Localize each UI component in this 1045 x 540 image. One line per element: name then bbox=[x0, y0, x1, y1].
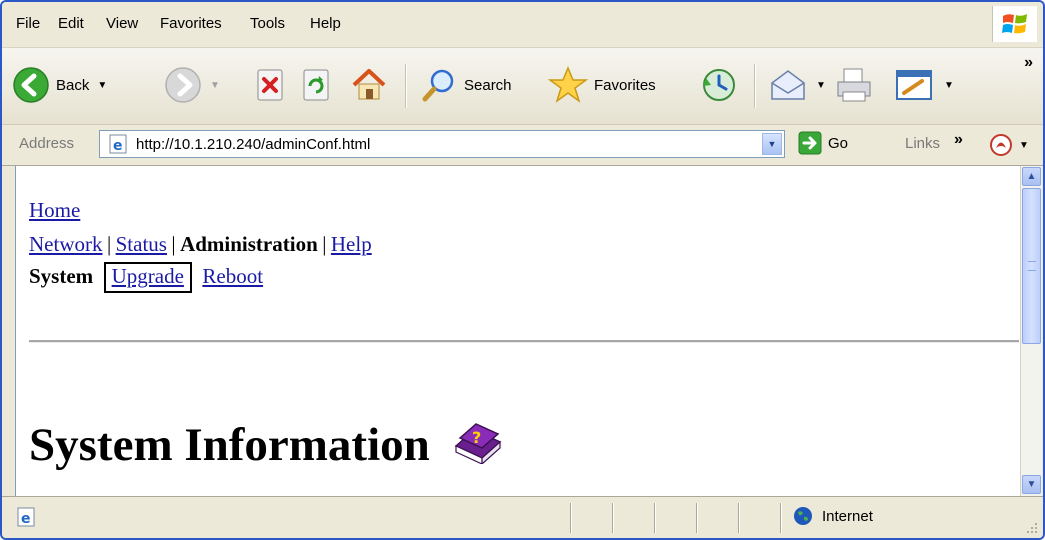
horizontal-rule bbox=[29, 340, 1019, 343]
toolbar-more-chevron[interactable]: » bbox=[1024, 54, 1033, 72]
acrobat-icon bbox=[990, 134, 1012, 156]
status-separator bbox=[654, 503, 656, 533]
history-button[interactable] bbox=[700, 62, 738, 108]
sub-nav: System Upgrade Reboot bbox=[29, 262, 263, 293]
history-icon bbox=[703, 69, 735, 101]
print-button[interactable] bbox=[834, 62, 874, 108]
search-label: Search bbox=[464, 76, 512, 94]
address-bar: Address e http://10.1.210.240/adminConf.… bbox=[2, 125, 1043, 166]
system-current: System bbox=[29, 264, 94, 288]
stop-icon bbox=[257, 69, 283, 101]
back-button[interactable]: Back ▼ bbox=[12, 62, 107, 108]
refresh-button[interactable] bbox=[302, 62, 332, 108]
ie-page-icon: e bbox=[17, 507, 35, 527]
refresh-icon bbox=[303, 69, 329, 101]
address-dropdown-icon[interactable]: ▼ bbox=[762, 133, 782, 155]
reboot-link[interactable]: Reboot bbox=[202, 264, 263, 288]
address-url: http://10.1.210.240/adminConf.html bbox=[136, 136, 371, 153]
svg-text:e: e bbox=[113, 138, 123, 154]
stop-button[interactable] bbox=[256, 62, 286, 108]
search-button[interactable]: Search bbox=[420, 62, 512, 108]
go-button[interactable]: Go bbox=[798, 131, 848, 155]
administration-current: Administration bbox=[180, 232, 318, 256]
back-arrow-icon bbox=[13, 67, 49, 103]
page-title-text: System Information bbox=[29, 419, 430, 471]
resize-grip-icon[interactable] bbox=[1025, 521, 1039, 535]
address-label: Address bbox=[19, 135, 75, 152]
scrollbar-thumb[interactable] bbox=[1022, 188, 1041, 344]
svg-text:e: e bbox=[21, 511, 31, 527]
back-dropdown-icon[interactable]: ▼ bbox=[97, 80, 107, 91]
home-button[interactable] bbox=[350, 62, 388, 108]
vertical-scrollbar[interactable]: ▲ ▼ bbox=[1020, 166, 1042, 496]
plugin-button[interactable]: ▼ bbox=[989, 133, 1029, 157]
scroll-up-arrow-icon[interactable]: ▲ bbox=[1022, 167, 1041, 186]
globe-icon bbox=[794, 507, 812, 525]
edit-dropdown-icon[interactable]: ▼ bbox=[944, 80, 954, 91]
network-link[interactable]: Network bbox=[29, 232, 102, 256]
status-bar: e Internet bbox=[2, 496, 1043, 538]
status-separator bbox=[780, 503, 782, 533]
printer-icon bbox=[837, 68, 871, 102]
mail-button[interactable]: ▼ bbox=[768, 62, 826, 108]
nav-separator: | bbox=[171, 232, 176, 256]
page-title: System Information ? bbox=[29, 418, 504, 472]
search-icon bbox=[422, 69, 454, 102]
edit-document-icon bbox=[896, 70, 932, 100]
help-link[interactable]: Help bbox=[331, 232, 372, 256]
status-separator bbox=[738, 503, 740, 533]
scrollbar-grip-icon bbox=[1028, 261, 1036, 271]
status-separator bbox=[570, 503, 572, 533]
status-link[interactable]: Status bbox=[116, 232, 167, 256]
back-label: Back bbox=[56, 76, 90, 94]
mail-icon bbox=[771, 70, 805, 100]
ie-page-icon: e bbox=[109, 134, 127, 154]
address-input[interactable]: e http://10.1.210.240/adminConf.html ▼ bbox=[99, 130, 785, 158]
main-nav: Network | Status | Administration | Help bbox=[29, 232, 372, 257]
plugin-dropdown-icon[interactable]: ▼ bbox=[1019, 140, 1029, 151]
toolbar-separator bbox=[405, 64, 407, 108]
security-zone-label: Internet bbox=[822, 507, 873, 525]
favorites-label: Favorites bbox=[594, 76, 656, 94]
favorites-button[interactable]: Favorites bbox=[548, 62, 656, 108]
mail-dropdown-icon[interactable]: ▼ bbox=[816, 80, 826, 91]
help-book-icon: ? bbox=[454, 423, 501, 466]
toolbar-separator bbox=[754, 64, 756, 108]
nav-separator: | bbox=[322, 232, 327, 256]
home-icon bbox=[352, 69, 386, 100]
favorites-star-icon bbox=[548, 66, 588, 103]
go-label: Go bbox=[828, 134, 849, 152]
menu-help[interactable]: Help bbox=[310, 15, 341, 32]
upgrade-highlight-box: Upgrade bbox=[103, 262, 192, 293]
menu-view[interactable]: View bbox=[106, 15, 138, 32]
menu-edit[interactable]: Edit bbox=[58, 15, 84, 32]
status-separator bbox=[696, 503, 698, 533]
forward-dropdown-icon[interactable]: ▼ bbox=[210, 80, 220, 91]
links-label[interactable]: Links bbox=[905, 135, 940, 152]
svg-text:?: ? bbox=[472, 428, 481, 447]
nav-separator: | bbox=[106, 232, 112, 256]
toolbar: Back ▼ ▼ Search Favorites ▼ ▼ » bbox=[2, 48, 1043, 125]
menu-favorites[interactable]: Favorites bbox=[160, 15, 222, 32]
security-zone: Internet bbox=[792, 505, 873, 527]
upgrade-link[interactable]: Upgrade bbox=[112, 264, 184, 288]
forward-arrow-icon bbox=[165, 67, 201, 103]
page-content: Home Network | Status | Administration |… bbox=[15, 166, 1021, 496]
status-separator bbox=[612, 503, 614, 533]
home-link[interactable]: Home bbox=[29, 198, 80, 222]
edit-button[interactable]: ▼ bbox=[894, 62, 954, 108]
go-arrow-icon bbox=[798, 131, 822, 155]
menu-file[interactable]: File bbox=[16, 15, 40, 32]
menu-bar: File Edit View Favorites Tools Help bbox=[2, 2, 1043, 48]
windows-logo-icon bbox=[992, 6, 1037, 42]
forward-button[interactable]: ▼ bbox=[164, 62, 220, 108]
links-more-chevron[interactable]: » bbox=[954, 131, 963, 149]
browser-window: File Edit View Favorites Tools Help Back… bbox=[0, 0, 1045, 540]
scroll-down-arrow-icon[interactable]: ▼ bbox=[1022, 475, 1041, 494]
menu-tools[interactable]: Tools bbox=[250, 15, 285, 32]
